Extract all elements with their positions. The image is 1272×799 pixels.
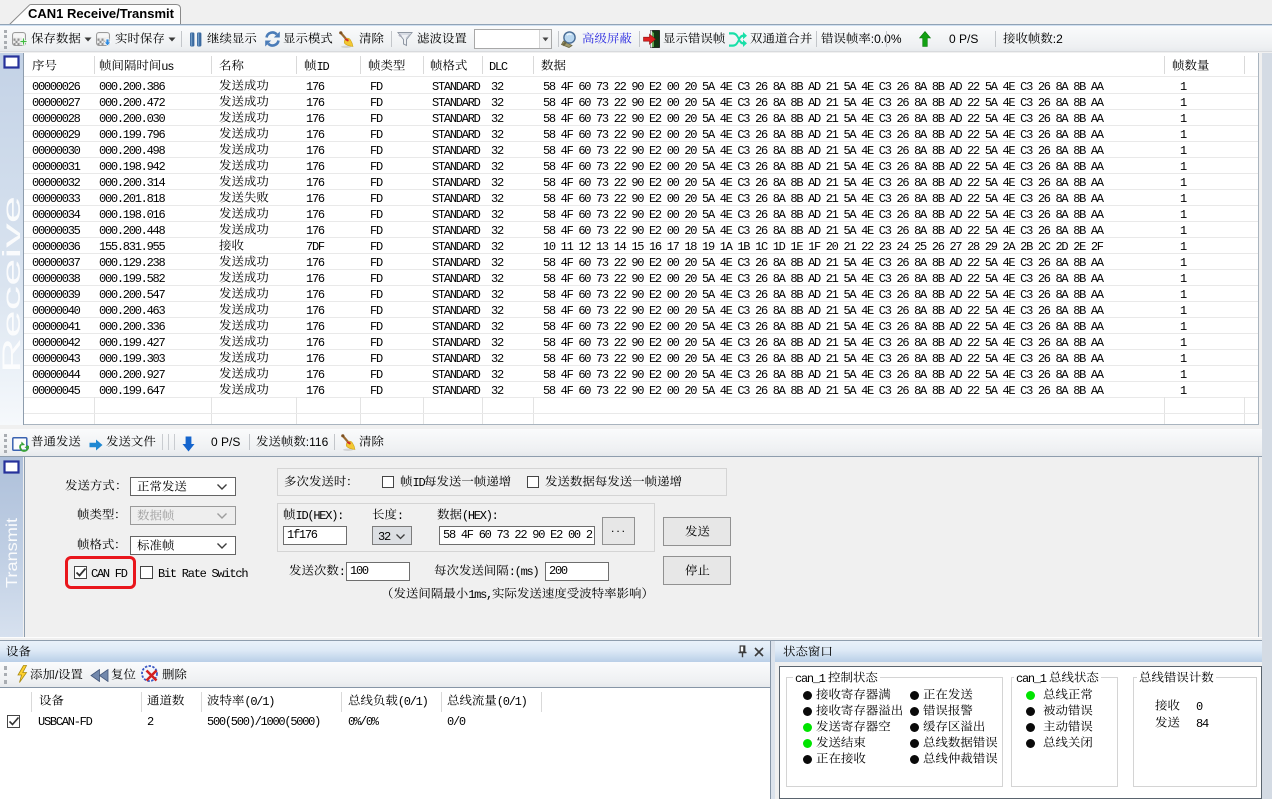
svg-text:Receive: Receive xyxy=(0,196,23,373)
svg-text:Transmit: Transmit xyxy=(4,517,21,588)
